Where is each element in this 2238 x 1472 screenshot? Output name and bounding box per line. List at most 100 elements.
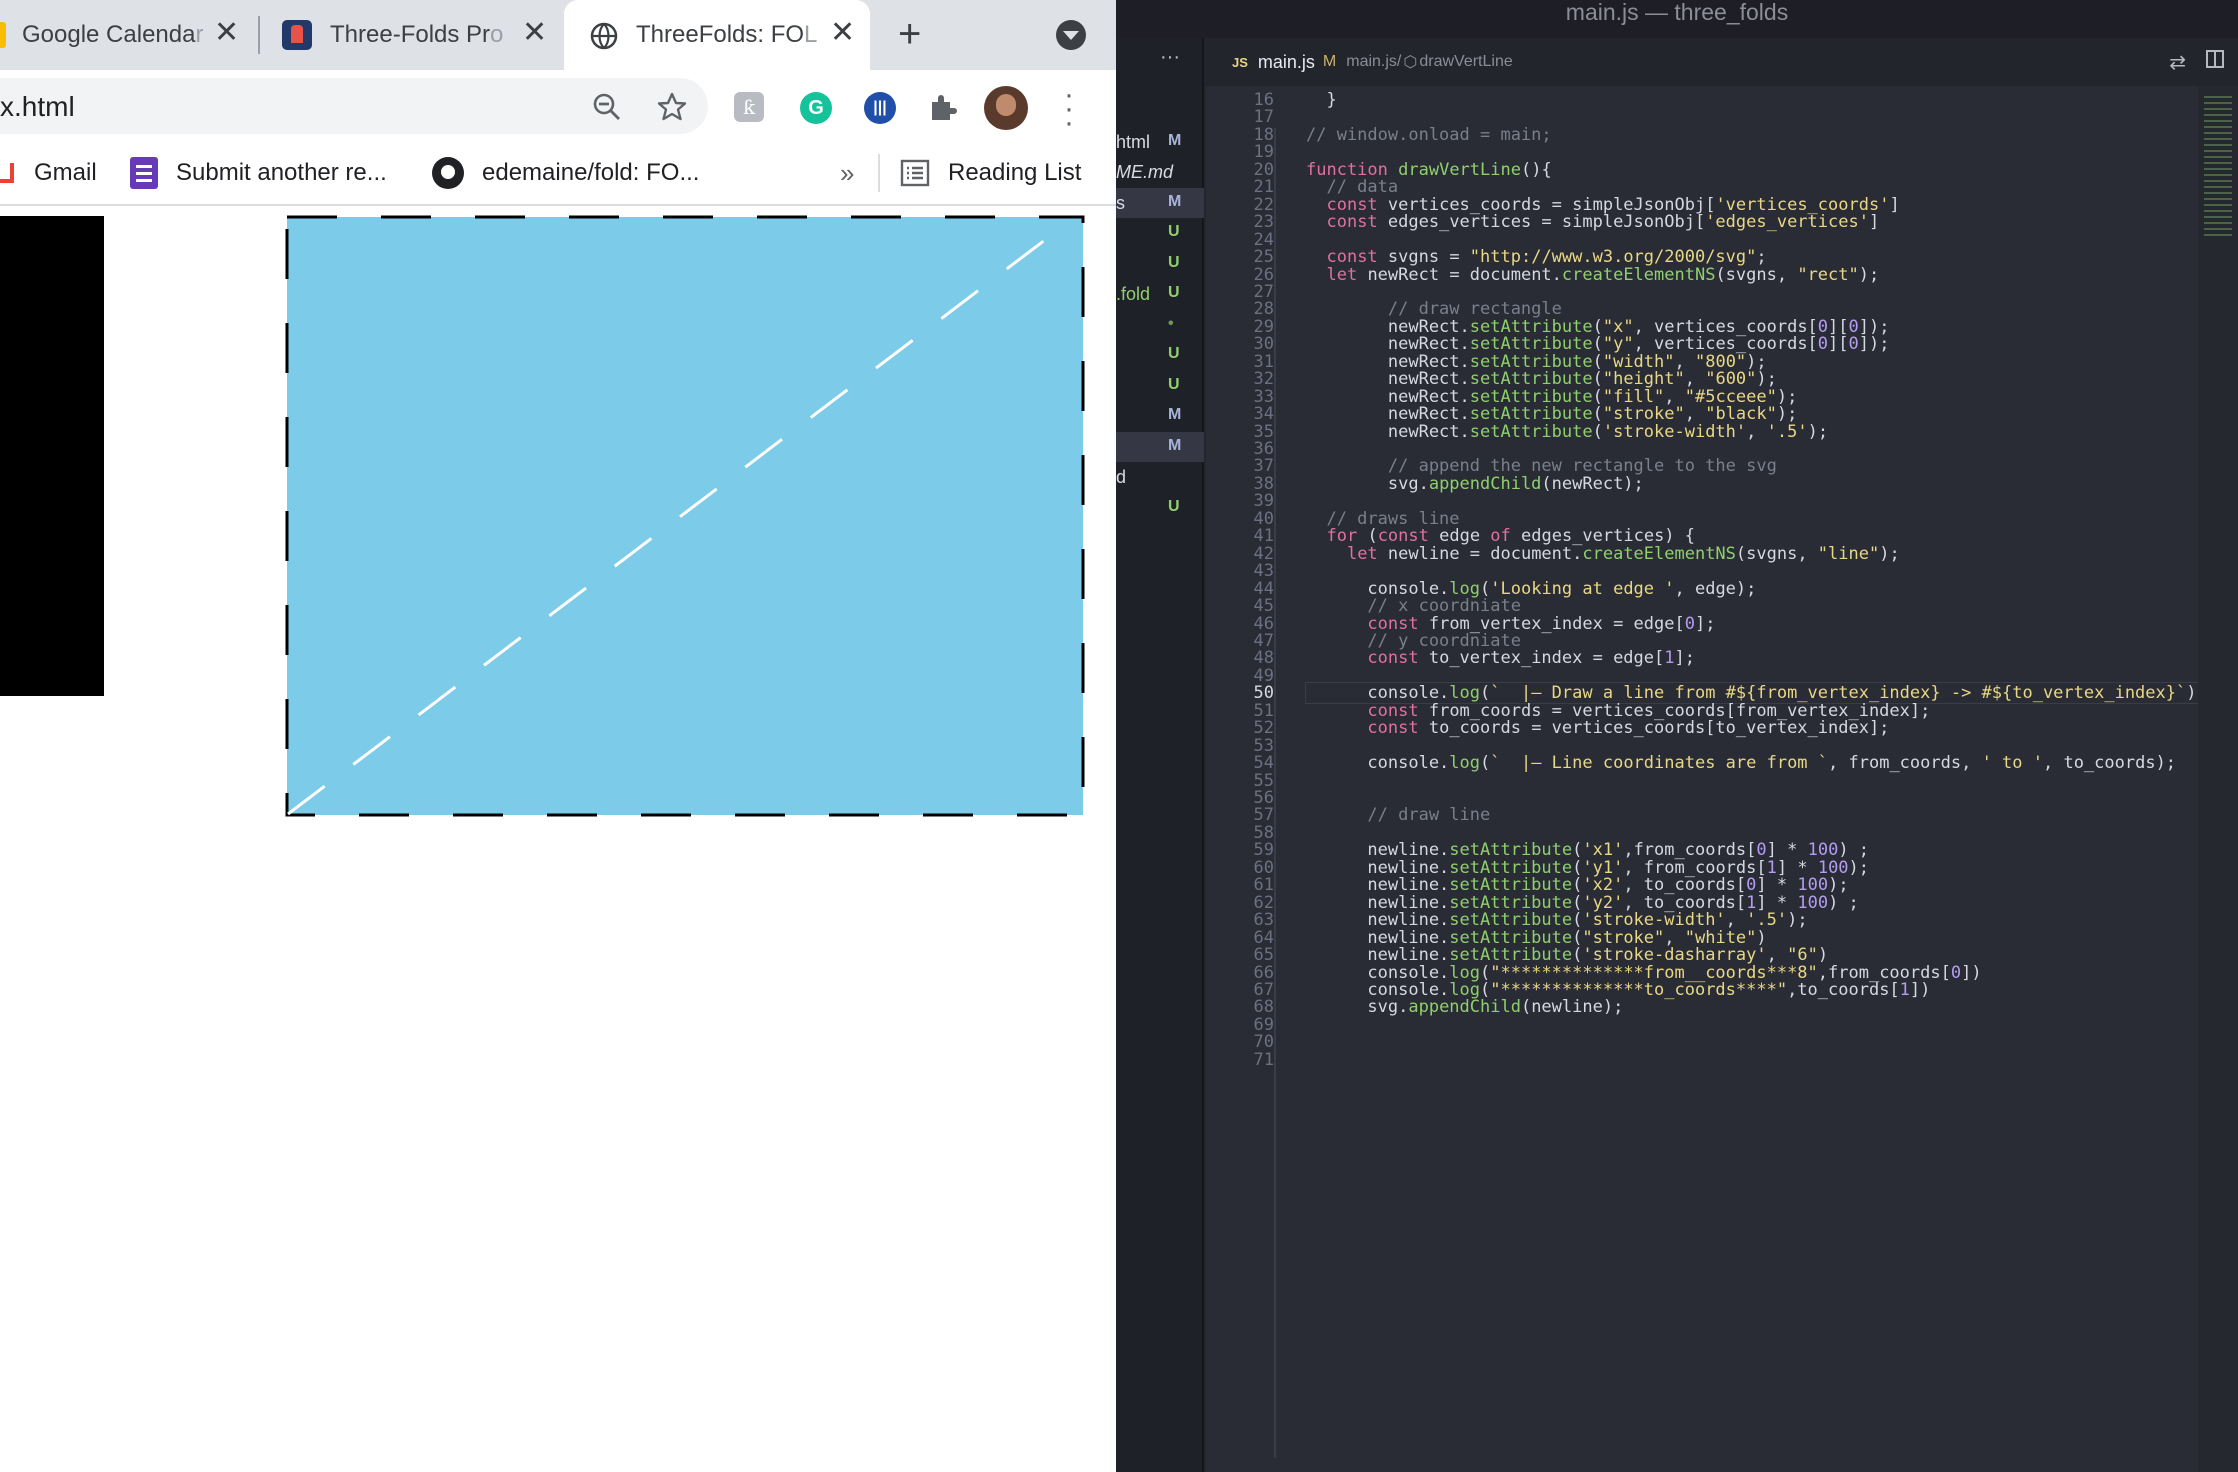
explorer-item-name: ME.md — [1116, 162, 1174, 182]
git-status-badge: M — [1168, 131, 1182, 149]
explorer-item[interactable]: sM — [1116, 187, 1204, 218]
git-status-badge: M — [1168, 436, 1182, 454]
star-icon[interactable] — [656, 91, 688, 123]
explorer-item[interactable]: html M — [1116, 127, 1204, 157]
split-editor-icon[interactable] — [2206, 50, 2224, 68]
more-bookmarks-button[interactable]: » — [840, 154, 854, 192]
globe-icon — [590, 22, 618, 50]
explorer-item[interactable]: U — [1116, 249, 1204, 279]
explorer-item[interactable]: .fold U — [1116, 279, 1204, 309]
explorer-item-name: s — [1116, 192, 1125, 213]
explorer-item[interactable]: M — [1116, 431, 1204, 462]
code-line[interactable]: const edges_vertices = simpleJsonObj['ed… — [1306, 212, 1879, 232]
code-line[interactable]: newRect.setAttribute('stroke-width', '.5… — [1306, 422, 1828, 442]
bookmark-gmail[interactable]: Gmail — [0, 154, 97, 192]
window-title: main.js — three_folds — [1116, 0, 2238, 38]
tab-title-fade: L — [804, 21, 818, 48]
extension-icon[interactable]: ƙ — [734, 92, 764, 122]
explorer-item[interactable] — [1116, 96, 1204, 126]
bookmark-github[interactable]: edemaine/fold: FO... — [432, 154, 699, 192]
editor-window: main.js — three_folds ··· html M ME.md s M U U… — [1116, 0, 2238, 1472]
tab-title: Google Calenda — [22, 21, 196, 48]
address-bar[interactable]: x.html — [0, 78, 708, 134]
code-line[interactable]: const to_coords = vertices_coords[to_ver… — [1306, 718, 1889, 738]
explorer-item[interactable]: • — [1116, 310, 1204, 340]
code-line[interactable]: svg.appendChild(newRect); — [1306, 474, 1644, 494]
reading-list-icon — [900, 159, 930, 187]
extension-icon[interactable]: ||| — [864, 92, 896, 124]
reading-list-label: Reading List — [948, 159, 1082, 186]
more-actions-button[interactable]: ··· — [1160, 46, 1180, 69]
crease-rectangle — [285, 215, 1085, 817]
git-status-badge: U — [1168, 284, 1180, 301]
code-line[interactable]: let newline = document.createElementNS(s… — [1306, 544, 1900, 564]
explorer-item-name: d — [1116, 467, 1127, 487]
puzzle-icon[interactable] — [928, 92, 958, 122]
explorer-item[interactable]: U — [1116, 371, 1204, 401]
git-status-badge: U — [1168, 375, 1180, 393]
code-line[interactable]: let newRect = document.createElementNS(s… — [1306, 265, 1879, 285]
new-tab-button[interactable]: + — [898, 12, 921, 57]
cube-icon: ⬡ — [1403, 54, 1418, 71]
close-icon[interactable]: ✕ — [522, 18, 547, 48]
bookmark-label: Gmail — [34, 159, 97, 186]
editor-tab-bar: JS main.js M main.js/ ⬡ drawVertLine ⇄ — [1206, 38, 2238, 86]
explorer-item[interactable]: U — [1116, 340, 1204, 370]
close-icon[interactable]: ✕ — [830, 18, 855, 48]
zoom-out-icon[interactable] — [592, 92, 622, 122]
minimap[interactable] — [2198, 86, 2238, 1472]
tab-strip: Google Calendar ✕ Three-Folds Pro ✕ Thre… — [0, 0, 1116, 70]
gmail-icon — [0, 163, 14, 183]
url-text[interactable]: x.html — [0, 91, 75, 123]
forms-icon — [130, 157, 158, 189]
git-status-badge: M — [1168, 406, 1182, 423]
tab-search-button[interactable] — [1056, 20, 1086, 50]
tab-separator — [258, 16, 260, 54]
code-line[interactable]: // draw line — [1306, 805, 1490, 825]
explorer-item[interactable]: U — [1116, 218, 1204, 248]
bookmark-submit[interactable]: Submit another re... — [130, 154, 387, 192]
calendar-icon — [0, 22, 6, 48]
tab-title-fade: r — [195, 21, 204, 48]
tab-three-folds[interactable]: Three-Folds Pro ✕ — [270, 0, 560, 70]
modified-badge: M — [1322, 53, 1337, 70]
more-vert-icon[interactable]: · · · — [1064, 80, 1074, 138]
github-icon — [432, 157, 464, 189]
code-area[interactable]: }// window.onload = main; function drawVe… — [1305, 86, 2207, 1472]
chevron-down-icon — [1063, 31, 1079, 40]
breadcrumb-file[interactable]: main.js/ — [1346, 53, 1401, 71]
close-icon[interactable]: ✕ — [214, 18, 239, 48]
git-status-badge: M — [1168, 192, 1182, 210]
browser-window: Google Calendar ✕ Three-Folds Pro ✕ Thre… — [0, 0, 1116, 1472]
code-line[interactable]: const to_vertex_index = edge[1]; — [1306, 648, 1695, 668]
tab-main-js[interactable]: JS main.js M main.js/ ⬡ drawVertLine — [1206, 38, 2238, 86]
javascript-icon: JS — [1232, 54, 1248, 70]
explorer-item[interactable]: d — [1116, 462, 1204, 492]
tab-title: ThreeFolds: FO — [636, 21, 805, 48]
git-status-badge: U — [1168, 253, 1180, 271]
grammarly-icon[interactable]: G — [800, 92, 832, 124]
tab-filename: main.js — [1257, 51, 1315, 72]
tab-google-calendar[interactable]: Google Calendar ✕ — [0, 0, 258, 70]
reading-list-button[interactable]: Reading List — [900, 154, 1081, 192]
code-line[interactable]: console.log(` |— Line coordinates are fr… — [1306, 753, 2176, 773]
code-editor: JS main.js M main.js/ ⬡ drawVertLine ⇄ 1… — [1206, 38, 2238, 1472]
bookmarks-bar: Gmail Submit another re... edemaine/fold… — [0, 142, 1116, 206]
tab-threefolds-fold[interactable]: ThreeFolds: FOL ✕ — [564, 0, 870, 70]
avatar[interactable] — [984, 86, 1028, 130]
explorer-item[interactable]: M — [1116, 401, 1204, 431]
code-line[interactable]: // window.onload = main; — [1306, 125, 1552, 145]
compare-icon[interactable]: ⇄ — [2169, 50, 2186, 75]
black-panel — [0, 216, 104, 696]
three-folds-icon — [282, 20, 312, 50]
explorer-item[interactable]: ME.md — [1116, 157, 1204, 187]
code-line[interactable]: svg.appendChild(newline); — [1306, 997, 1623, 1017]
fold-canvas — [285, 215, 1085, 817]
code-line[interactable]: } — [1306, 90, 1336, 110]
explorer-sidebar: ··· html M ME.md s M U U .fold U • U U M Md U — [1116, 38, 1204, 1472]
page-content — [0, 208, 1116, 1472]
explorer-item[interactable]: U — [1116, 493, 1204, 523]
divider — [878, 154, 880, 192]
git-status-badge: U — [1168, 345, 1180, 362]
breadcrumb-function[interactable]: drawVertLine — [1419, 53, 1512, 71]
